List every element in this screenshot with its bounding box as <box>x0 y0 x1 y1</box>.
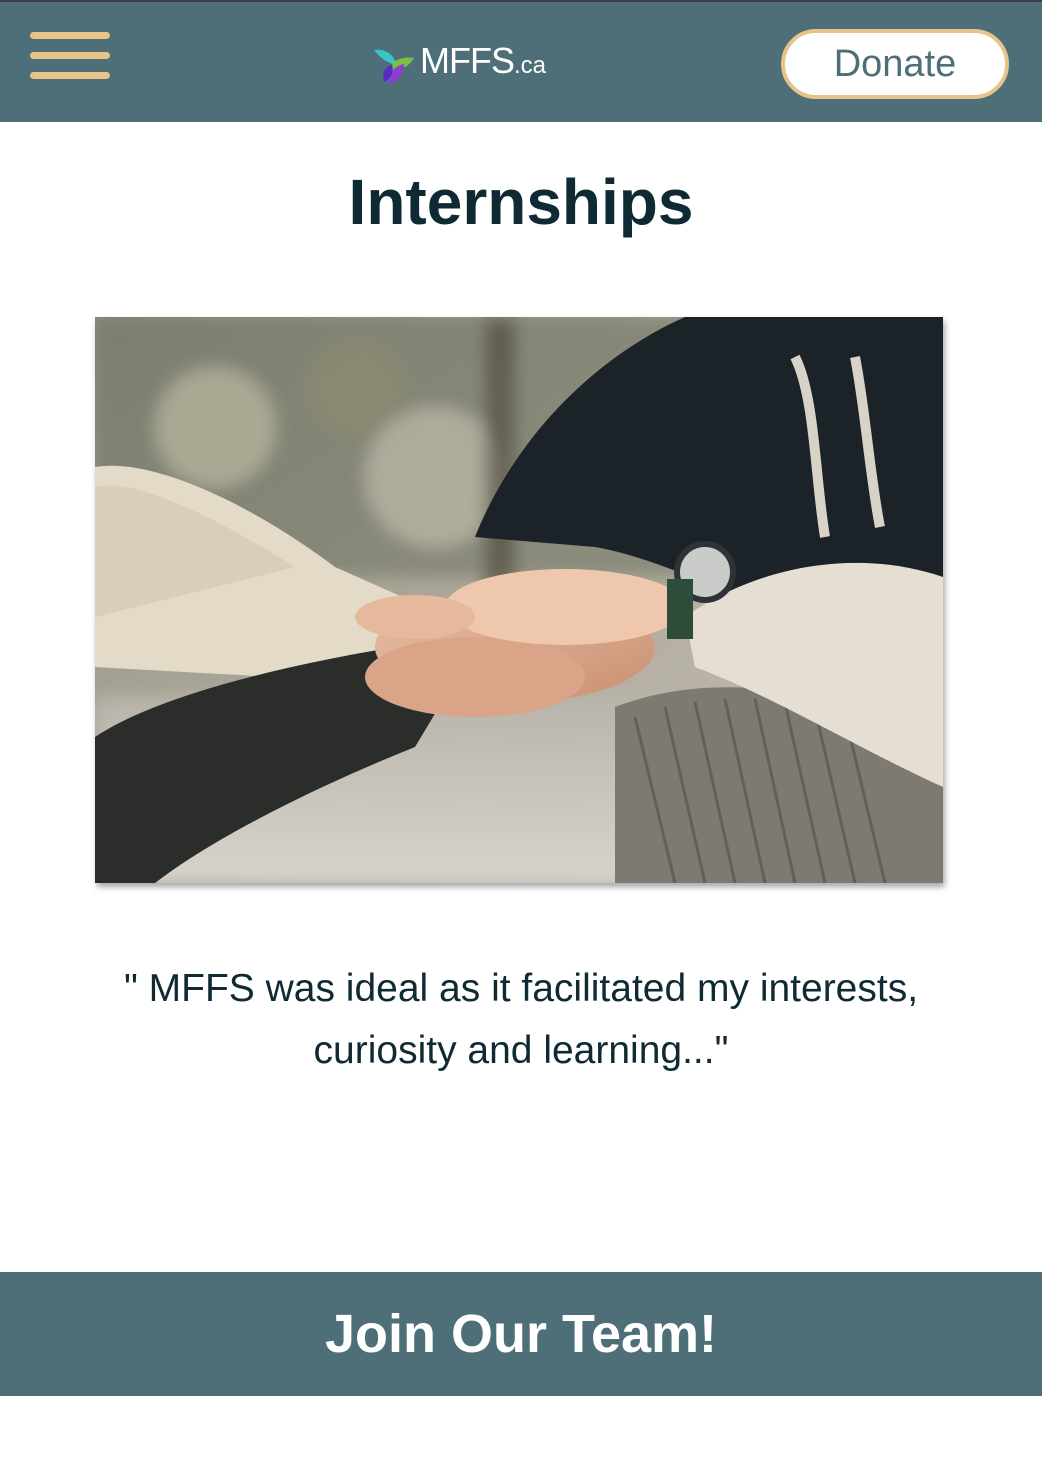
hero-image <box>95 317 943 883</box>
hamburger-line <box>30 52 110 59</box>
hamburger-line <box>30 72 110 79</box>
stacked-hands-photo <box>95 317 943 883</box>
page: MFFS.ca Donate Internships " MFFS was id… <box>0 0 1042 1470</box>
donate-button[interactable]: Donate <box>781 29 1009 99</box>
leaf-logo-icon <box>374 49 414 84</box>
logo-tld: .ca <box>513 52 546 79</box>
logo-name: MFFS <box>420 40 515 81</box>
top-navigation-bar: MFFS.ca Donate <box>0 0 1042 122</box>
testimonial-quote: " MFFS was ideal as it facilitated my in… <box>123 967 919 1072</box>
join-team-link[interactable]: Join Our Team! <box>0 1272 1042 1396</box>
site-logo[interactable]: MFFS.ca <box>372 41 546 86</box>
page-title: Internships <box>348 166 694 238</box>
join-team-banner: Join Our Team! <box>0 1272 1042 1396</box>
hamburger-line <box>30 32 110 39</box>
logo-text: MFFS.ca <box>420 41 546 86</box>
hamburger-menu-icon[interactable] <box>30 32 110 84</box>
